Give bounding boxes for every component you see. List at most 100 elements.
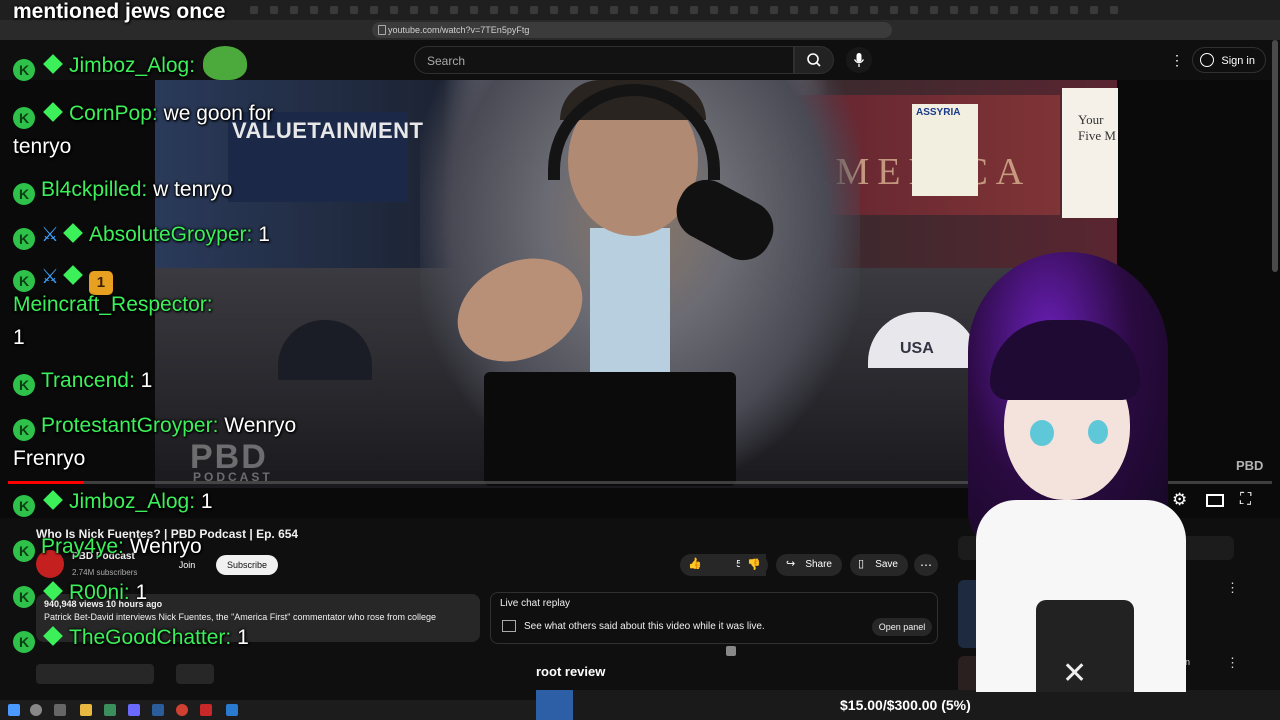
browser-tab[interactable]: [450, 6, 458, 14]
chat-text: Wenryo: [129, 535, 202, 558]
chat-message-continuation: Frenryo: [13, 442, 85, 475]
browser-tab[interactable]: [890, 6, 898, 14]
browser-tab[interactable]: [490, 6, 498, 14]
browser-tab[interactable]: [310, 6, 318, 14]
browser-tab[interactable]: [610, 6, 618, 14]
chat-username: Bl4ckpilled:: [41, 178, 148, 201]
comments-placeholder-small: [176, 664, 214, 684]
browser-tab[interactable]: [790, 6, 798, 14]
browser-tab[interactable]: [870, 6, 878, 14]
browser-tab[interactable]: [510, 6, 518, 14]
chat-message: K Jimboz_Alog:: [13, 46, 248, 82]
assyria-text: ASSYRIA: [916, 107, 961, 118]
discord-icon[interactable]: [128, 704, 140, 716]
diamond-badge-icon: [43, 581, 63, 601]
browser-tab[interactable]: [810, 6, 818, 14]
vtuber-eye-left: [1030, 420, 1054, 446]
fullscreen-icon[interactable]: ⛶: [1240, 491, 1251, 509]
browser-tab[interactable]: [430, 6, 438, 14]
browser-tab[interactable]: [270, 6, 278, 14]
browser-tab[interactable]: [650, 6, 658, 14]
browser-tab[interactable]: [1030, 6, 1038, 14]
browser-tab[interactable]: [570, 6, 578, 14]
open-panel-button[interactable]: Open panel: [872, 618, 932, 636]
chrome-icon[interactable]: [176, 704, 188, 716]
browser-tab[interactable]: [930, 6, 938, 14]
live-chat-replay-title: Live chat replay: [500, 598, 571, 609]
browser-tab[interactable]: [950, 6, 958, 14]
steam-icon[interactable]: [152, 704, 164, 716]
chat-username: Meincraft_Respector:: [13, 293, 213, 316]
diamond-badge-icon: [43, 102, 63, 122]
chat-message: K Trancend: 1: [13, 364, 152, 397]
browser-tab[interactable]: [910, 6, 918, 14]
browser-tab[interactable]: [1110, 6, 1118, 14]
browser-tab[interactable]: [750, 6, 758, 14]
chat-text: 1: [13, 326, 25, 349]
vscode-icon[interactable]: [226, 704, 238, 716]
browser-tab[interactable]: [290, 6, 298, 14]
chat-message: K ⚔ AbsoluteGroyper: 1: [13, 218, 270, 252]
browser-tab[interactable]: [370, 6, 378, 14]
subscribe-button[interactable]: Subscribe: [216, 555, 278, 575]
diamond-badge-icon: [63, 223, 83, 243]
kick-badge-icon: K: [13, 495, 35, 517]
share-icon: ↪: [786, 558, 796, 570]
task-view-icon[interactable]: [54, 704, 66, 716]
gear-icon[interactable]: ⚙: [1172, 490, 1187, 510]
browser-tab[interactable]: [690, 6, 698, 14]
browser-tab[interactable]: [830, 6, 838, 14]
page-scrollbar[interactable]: [1272, 40, 1278, 272]
browser-tab[interactable]: [410, 6, 418, 14]
chat-username: TheGoodChatter:: [69, 626, 232, 649]
browser-tab[interactable]: [670, 6, 678, 14]
browser-tab[interactable]: [1090, 6, 1098, 14]
browser-tab[interactable]: [350, 6, 358, 14]
live-chat-replay-desc: See what others said about this video wh…: [524, 621, 765, 632]
voice-search-button[interactable]: [846, 47, 872, 73]
browser-tab[interactable]: [1050, 6, 1058, 14]
vtuber-eye-right: [1088, 420, 1108, 444]
chat-message: K R00ni: 1: [13, 576, 147, 609]
chat-text: 1: [140, 369, 153, 392]
browser-tab[interactable]: [990, 6, 998, 14]
search-button[interactable]: [794, 46, 834, 74]
address-bar[interactable]: youtube.com/watch?v=7TEn5pyFtg: [372, 22, 892, 38]
browser-tab[interactable]: [390, 6, 398, 14]
chat-message-continuation: 1: [13, 321, 25, 354]
settings-kebab-icon[interactable]: ⋮: [1170, 52, 1184, 69]
browser-tab[interactable]: [1070, 6, 1078, 14]
browser-tab[interactable]: [850, 6, 858, 14]
browser-tab[interactable]: [970, 6, 978, 14]
browser-tab[interactable]: [330, 6, 338, 14]
brave-icon[interactable]: [200, 704, 212, 716]
browser-tab[interactable]: [1010, 6, 1018, 14]
browser-tab[interactable]: [590, 6, 598, 14]
host-shirt: [590, 228, 670, 388]
start-menu-icon[interactable]: [8, 704, 20, 716]
search-input[interactable]: Search: [414, 46, 794, 74]
browser-tab[interactable]: [530, 6, 538, 14]
taskbar-search-icon[interactable]: [30, 704, 42, 716]
browser-tab[interactable]: [250, 6, 258, 14]
recommended-kebab-icon-2[interactable]: ⋮: [1226, 655, 1239, 671]
file-explorer-icon[interactable]: [80, 704, 92, 716]
browser-tab[interactable]: [630, 6, 638, 14]
browser-tab[interactable]: [550, 6, 558, 14]
edge-icon[interactable]: [104, 704, 116, 716]
theater-mode-icon[interactable]: [1206, 494, 1224, 507]
chat-text: 1: [237, 626, 249, 649]
browser-tab[interactable]: [470, 6, 478, 14]
chat-text: tenryo: [13, 135, 72, 158]
close-icon[interactable]: [726, 646, 736, 656]
recommended-kebab-icon[interactable]: ⋮: [1226, 580, 1239, 596]
browser-tab[interactable]: [710, 6, 718, 14]
chat-username: Jimboz_Alog:: [69, 54, 196, 77]
kick-badge-icon: K: [13, 59, 35, 81]
chat-username: ProtestantGroyper:: [41, 414, 219, 437]
browser-tab[interactable]: [730, 6, 738, 14]
more-actions-button[interactable]: ⋯: [914, 554, 938, 576]
browser-tab[interactable]: [770, 6, 778, 14]
microphone-icon: [853, 53, 865, 67]
dislike-button[interactable]: 👎: [740, 554, 768, 576]
